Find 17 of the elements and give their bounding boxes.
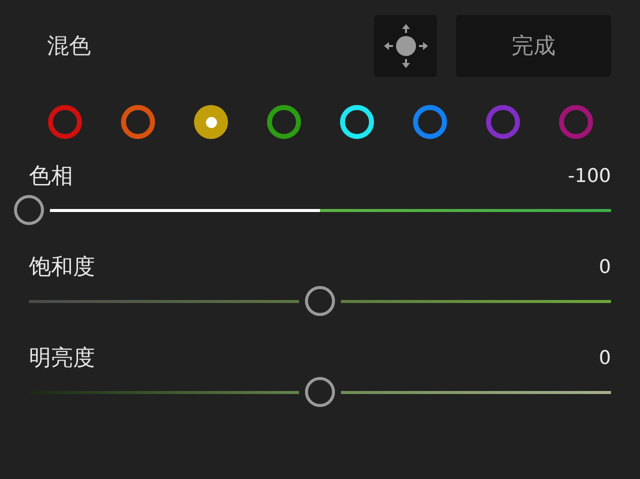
target-adjust-button[interactable]: [374, 15, 437, 77]
slider-value: 0: [598, 346, 611, 371]
slider-value: -100: [568, 164, 611, 189]
color-swatch[interactable]: [121, 105, 155, 139]
color-swatch[interactable]: [486, 105, 520, 139]
color-swatch[interactable]: [48, 105, 82, 139]
color-swatch[interactable]: [194, 105, 228, 139]
move-target-icon: [382, 23, 428, 69]
slider-label: 饱和度: [29, 254, 95, 282]
color-swatch[interactable]: [267, 105, 301, 139]
panel-title: 混色: [47, 32, 92, 60]
done-button[interactable]: 完成: [456, 15, 611, 77]
color-swatch[interactable]: [413, 105, 447, 139]
slider-value: 0: [598, 254, 611, 280]
color-swatch[interactable]: [559, 105, 593, 139]
slider-label: 色相: [29, 162, 73, 190]
slider-label: 明亮度: [29, 344, 95, 372]
